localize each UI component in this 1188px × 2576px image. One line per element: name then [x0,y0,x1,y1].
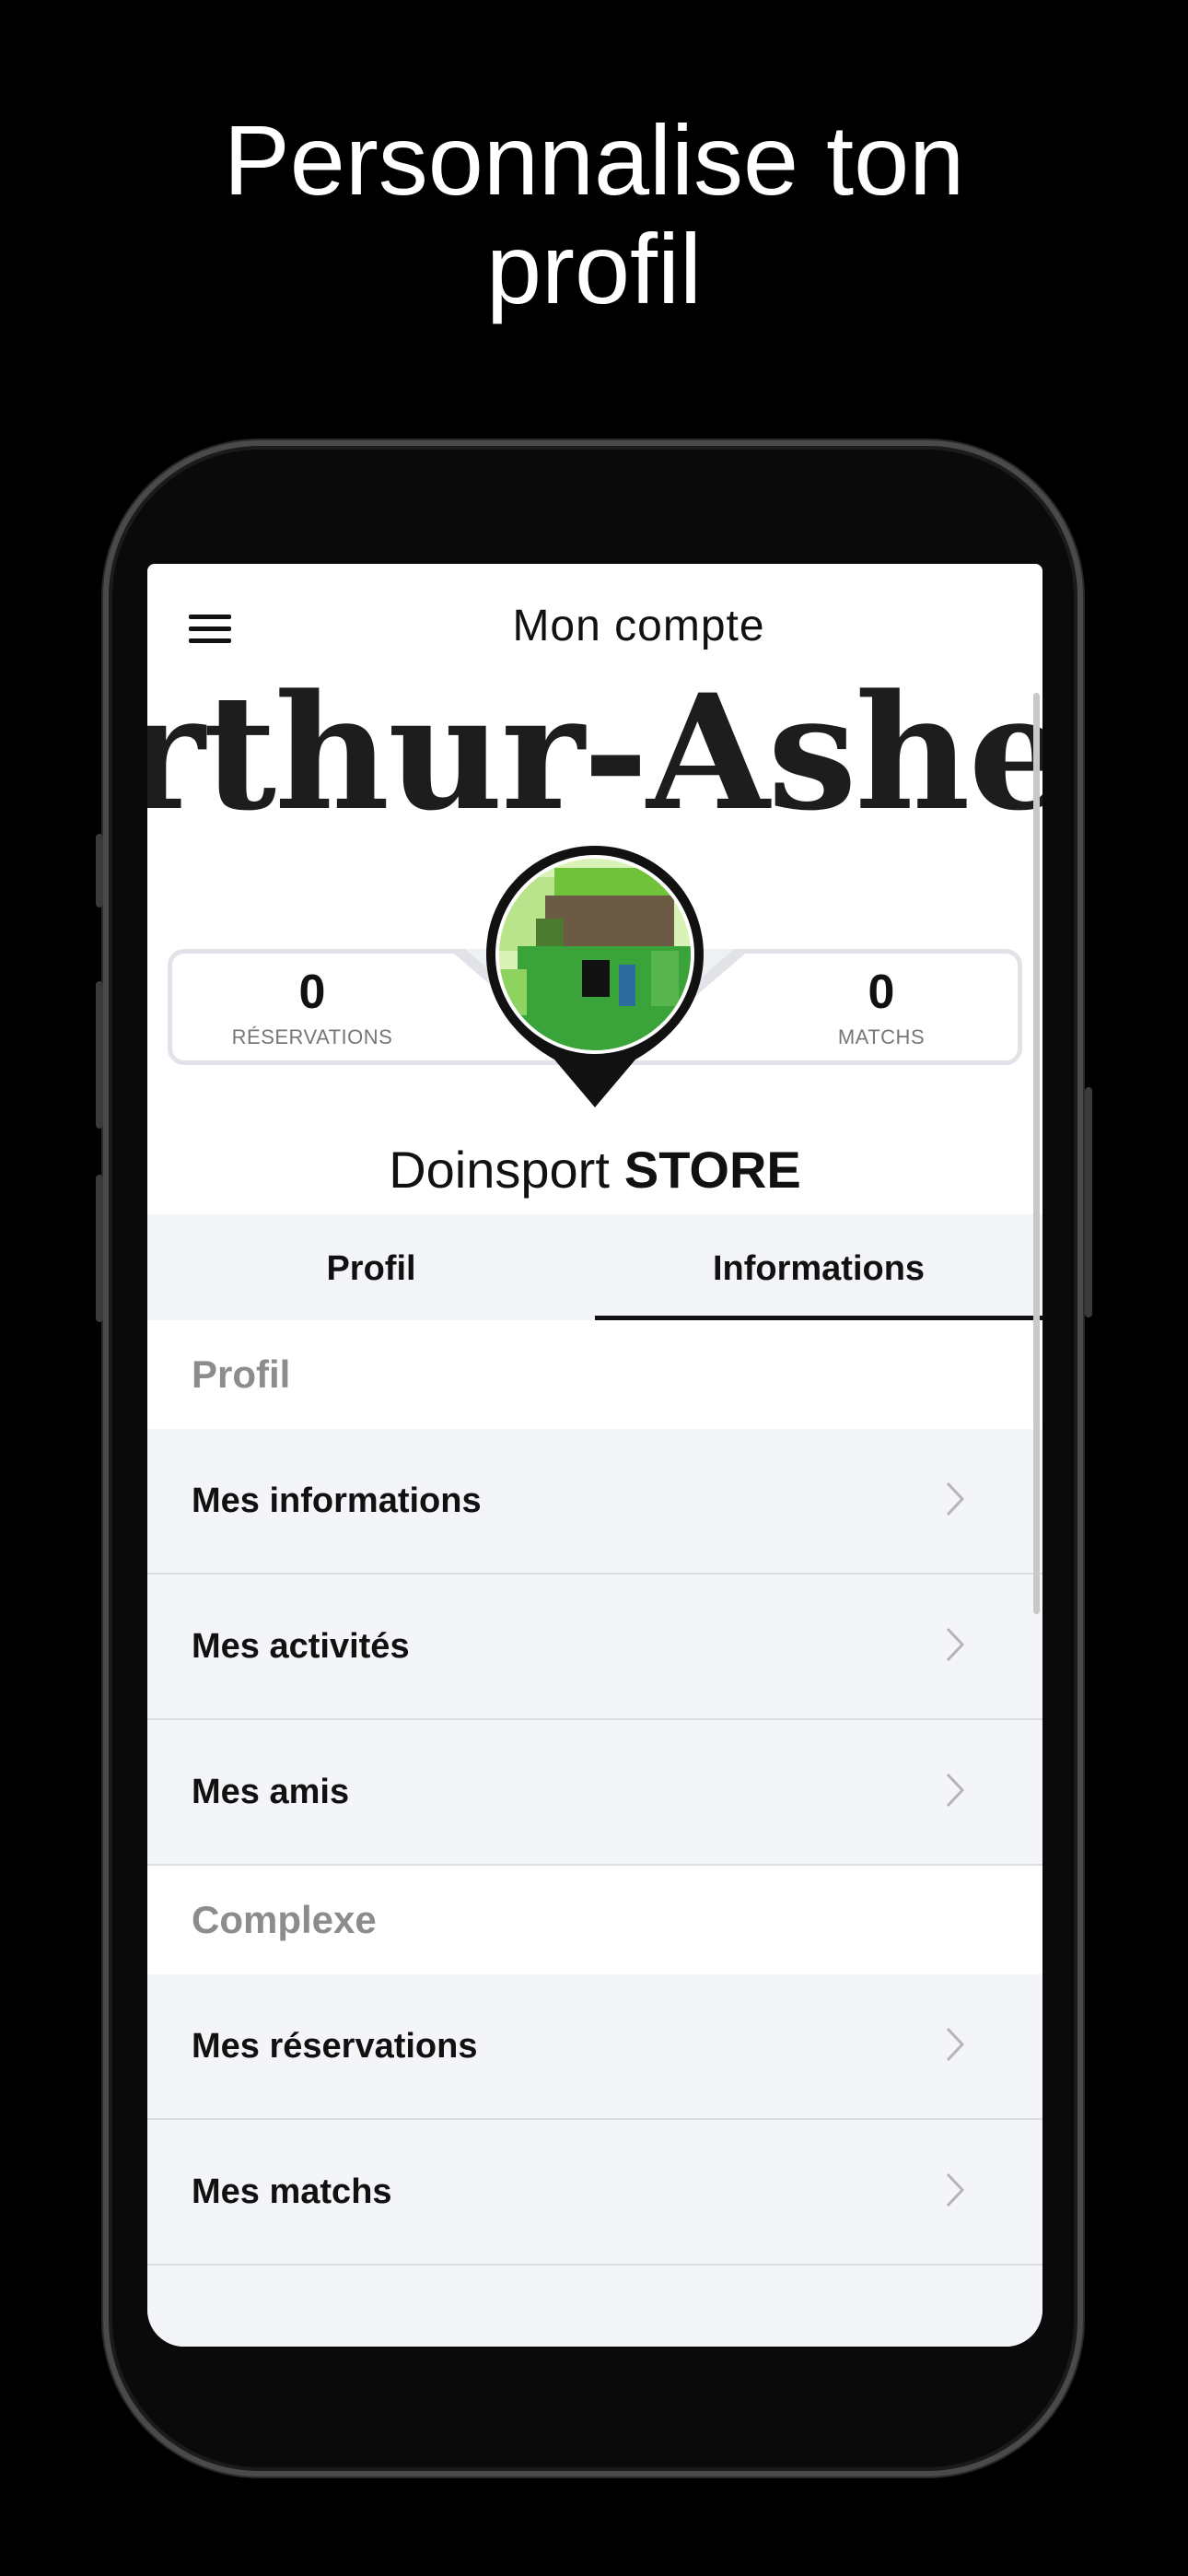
section-header-profil: Profil [147,1320,1042,1429]
list-item-mes-reservations[interactable]: Mes réservations [147,1974,1042,2120]
list-item-empty [147,2266,1042,2347]
volume-up-button [96,981,103,1129]
list-item-label: Mes amis [192,1773,350,1811]
volume-down-button [96,1175,103,1322]
user-name: Doinsport STORE [147,1140,1042,1200]
chevron-right-icon [946,1773,965,1808]
tab-informations[interactable]: Informations [595,1214,1042,1323]
list-item-label: Mes matchs [192,2172,392,2211]
list-item-mes-matchs[interactable]: Mes matchs [147,2120,1042,2266]
tab-profil[interactable]: Profil [147,1214,595,1323]
page-title: Mon compte [512,602,765,650]
promo-headline-line2: profil [485,213,703,324]
matchs-label: MATCHS [837,1025,926,1048]
list-item-mes-activites[interactable]: Mes activités [147,1575,1042,1720]
scrollbar[interactable] [1033,693,1040,1614]
chevron-right-icon [946,2172,965,2207]
chevron-right-icon [946,2027,965,2062]
tab-bar: Profil Informations [147,1214,1042,1323]
mute-switch [96,834,103,907]
list-item-label: Mes informations [192,1481,482,1520]
user-first-name: Doinsport [389,1141,610,1199]
app-screen: Mon compte rthur-Ashe 0 RÉSERVATIONS 0 M… [147,564,1042,2347]
list-item-mes-informations[interactable]: Mes informations [147,1429,1042,1575]
list-item-mes-amis[interactable]: Mes amis [147,1720,1042,1866]
reservations-label: RÉSERVATIONS [231,1025,393,1048]
avatar[interactable] [481,840,709,1117]
promo-headline: Personnalise ton profil [0,106,1188,323]
section-header-complexe: Complexe [147,1866,1042,1974]
user-last-name: STORE [623,1141,801,1199]
power-button [1085,1087,1092,1317]
promo-headline-line1: Personnalise ton [223,104,965,216]
matchs-count: 0 [868,966,895,1019]
chevron-right-icon [946,1481,965,1516]
reservations-count: 0 [298,966,326,1019]
list-item-label: Mes réservations [192,2027,478,2066]
list-item-label: Mes activités [192,1627,410,1666]
chevron-right-icon [946,1627,965,1662]
